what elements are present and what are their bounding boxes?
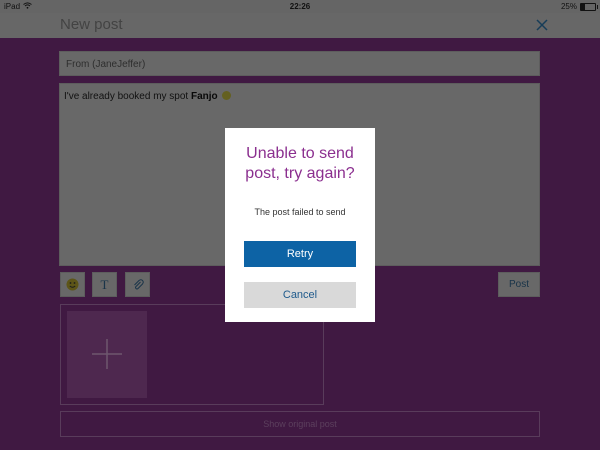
retry-button[interactable]: Retry: [244, 241, 356, 267]
dialog-title: Unable to send post, try again?: [245, 145, 355, 182]
screen: iPad 22:26 25% New post From (JaneJeffer…: [0, 0, 600, 450]
error-dialog: Unable to send post, try again? The post…: [225, 128, 375, 322]
cancel-button[interactable]: Cancel: [244, 282, 356, 308]
dialog-message: The post failed to send: [254, 207, 346, 217]
